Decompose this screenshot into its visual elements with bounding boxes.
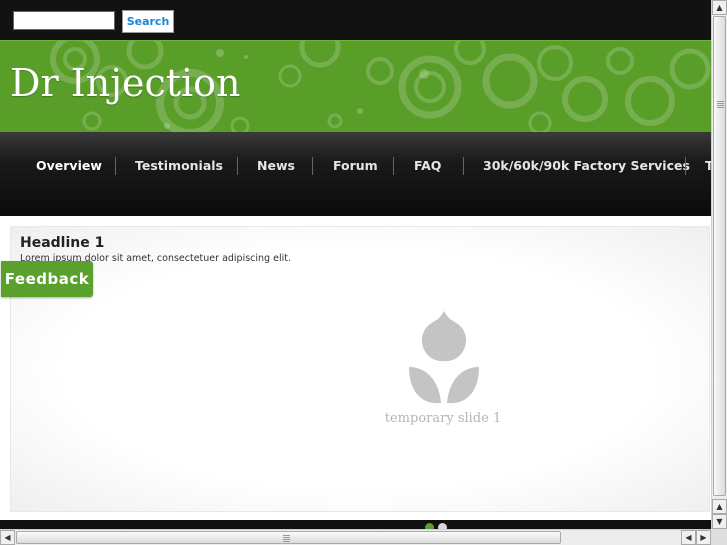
nav-item-overview[interactable]: Overview	[36, 158, 102, 173]
nav-separator	[685, 157, 686, 175]
scroll-up-arrow-icon[interactable]: ▲	[712, 499, 727, 514]
scroll-left-arrow-icon[interactable]: ◀	[681, 530, 696, 545]
nav-item-factory-services[interactable]: 30k/60k/90k Factory Services	[483, 158, 690, 173]
scroll-grip-icon	[283, 535, 290, 542]
scroll-right-arrow-icon[interactable]: ▶	[696, 530, 711, 545]
horizontal-scrollbar[interactable]: ◀ ◀ ▶	[0, 529, 711, 545]
nav-separator	[237, 157, 238, 175]
nav-item-forum[interactable]: Forum	[333, 158, 378, 173]
horizontal-scroll-thumb[interactable]	[16, 531, 561, 544]
scroll-down-arrow-icon[interactable]: ▼	[712, 514, 727, 529]
search-input[interactable]	[13, 11, 115, 30]
nav-separator	[393, 157, 394, 175]
slideshow-slide[interactable]: Headline 1 Lorem ipsum dolor sit amet, c…	[10, 226, 710, 512]
nav-separator	[312, 157, 313, 175]
tulip-placeholder-icon	[409, 311, 479, 404]
slide-headline: Headline 1	[20, 235, 105, 251]
vertical-scrollbar[interactable]: ▲ ▲ ▼	[711, 0, 727, 529]
scroll-up-arrow-icon[interactable]: ▲	[712, 0, 727, 15]
top-bar: Search	[0, 0, 711, 40]
nav-item-news[interactable]: News	[257, 158, 295, 173]
vertical-scroll-thumb[interactable]	[713, 16, 726, 496]
site-title[interactable]: Dr Injection	[10, 61, 241, 105]
slide-caption: temporary slide 1	[384, 411, 502, 426]
site-banner: Dr Injection	[0, 40, 711, 132]
scroll-grip-icon	[717, 101, 724, 108]
nav-item-faq[interactable]: FAQ	[414, 158, 441, 173]
scrollbar-corner	[711, 529, 727, 545]
scroll-left-arrow-icon[interactable]: ◀	[0, 530, 15, 545]
nav-separator	[115, 157, 116, 175]
main-navigation: Overview Testimonials News Forum FAQ 30k…	[0, 132, 711, 216]
nav-item-testimonials[interactable]: Testimonials	[135, 158, 223, 173]
nav-separator	[463, 157, 464, 175]
feedback-button[interactable]: Feedback	[1, 261, 93, 297]
search-button[interactable]: Search	[122, 10, 174, 33]
content-area: Headline 1 Lorem ipsum dolor sit amet, c…	[0, 216, 711, 520]
